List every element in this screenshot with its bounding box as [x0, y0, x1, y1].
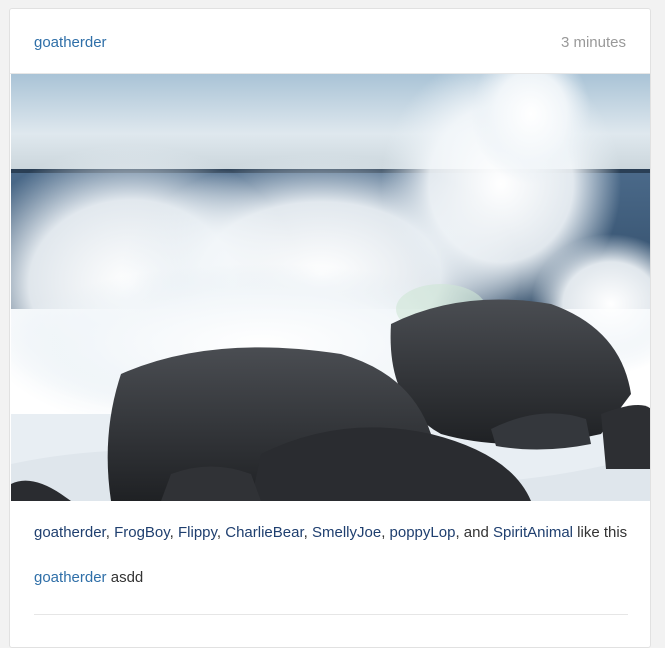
liker-link[interactable]: SmellyJoe [312, 524, 381, 541]
likes-separator: , [216, 524, 226, 541]
post-timestamp: 3 minutes [560, 34, 626, 51]
post-header: goatherder 3 minutes [10, 9, 650, 74]
comment: goatherder asdd [34, 569, 143, 586]
likes-separator: , [169, 524, 178, 541]
liker-link[interactable]: poppyLop [390, 524, 456, 541]
liker-link[interactable]: goatherder [34, 524, 106, 541]
liker-link[interactable]: FrogBoy [114, 524, 170, 541]
likes-separator: , [105, 524, 115, 541]
post-author-link[interactable]: goatherder [34, 34, 107, 51]
likes-suffix: like this [573, 524, 628, 541]
post-photo [11, 74, 650, 501]
liker-link[interactable]: CharlieBear [225, 524, 303, 541]
liker-link[interactable]: SpiritAnimal [493, 524, 573, 541]
comment-author-link[interactable]: goatherder [34, 569, 107, 586]
likes-separator: , [381, 524, 390, 541]
likes-summary: goatherder, FrogBoy, Flippy, CharlieBear… [34, 524, 634, 542]
likes-separator: , [303, 524, 312, 541]
likes-separator: , and [455, 524, 493, 541]
comment-text: asdd [106, 569, 144, 586]
liker-link[interactable]: Flippy [178, 524, 217, 541]
divider [34, 614, 628, 615]
post-card: goatherder 3 minutes goatherder, FrogBoy… [9, 8, 651, 648]
